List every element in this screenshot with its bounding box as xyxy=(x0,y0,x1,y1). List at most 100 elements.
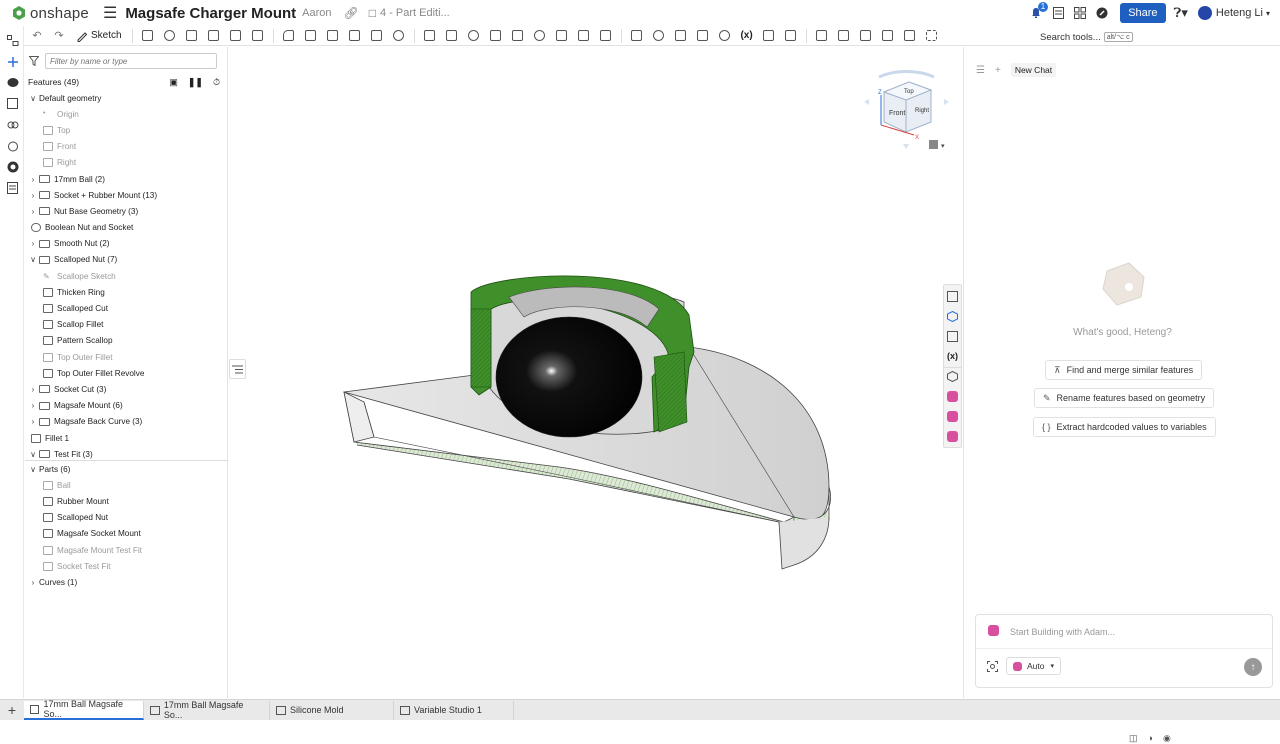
user-menu[interactable]: Heteng Li ▾ xyxy=(1197,6,1270,20)
split-icon[interactable] xyxy=(488,28,504,44)
feature-row[interactable]: Fillet 1 xyxy=(25,430,228,446)
loft-icon[interactable] xyxy=(206,28,222,44)
surface-icon[interactable] xyxy=(858,28,874,44)
expand-panel-button[interactable] xyxy=(229,359,246,379)
part-row[interactable]: Ball xyxy=(25,477,228,493)
feature-row[interactable]: › Nut Base Geometry (3) xyxy=(25,203,228,219)
feature-row[interactable]: ∨ Default geometry xyxy=(25,90,228,106)
boolean-icon[interactable] xyxy=(466,28,482,44)
chamfer-icon[interactable] xyxy=(303,28,319,44)
shading-icon[interactable]: ◑ xyxy=(1148,733,1153,744)
chat-input-box[interactable]: Start Building with Adam... Auto ▾ ↑ xyxy=(975,614,1273,688)
mode-selector[interactable]: Auto ▾ xyxy=(1006,657,1062,675)
enclose-icon[interactable] xyxy=(250,28,266,44)
bom-icon[interactable] xyxy=(6,181,19,194)
draft-icon[interactable] xyxy=(325,28,341,44)
chevron-down-icon[interactable]: ∨ xyxy=(27,450,39,459)
modify-fillet-icon[interactable] xyxy=(554,28,570,44)
suggestion-extract-variables[interactable]: { } Extract hardcoded values to variable… xyxy=(1033,417,1216,437)
history-icon[interactable] xyxy=(6,97,19,110)
frames-icon[interactable] xyxy=(836,28,852,44)
curve-icon[interactable] xyxy=(695,28,711,44)
view-cube-right[interactable]: Right xyxy=(915,108,929,114)
filter-input[interactable] xyxy=(45,53,217,69)
graphics-viewport[interactable]: Top Front Right Z X ▾ ◫ ◑ ◉ xyxy=(229,47,1171,743)
document-title[interactable]: Magsafe Charger Mount xyxy=(125,5,296,22)
chevron-right-icon[interactable]: › xyxy=(27,385,39,394)
chevron-right-icon[interactable]: › xyxy=(27,401,39,410)
helix-icon[interactable] xyxy=(673,28,689,44)
folder-icon[interactable]: □ xyxy=(369,6,376,20)
variable-icon[interactable]: (x) xyxy=(739,28,755,44)
feature-row[interactable]: ∨ Scalloped Nut (7) xyxy=(25,252,228,268)
move-face-icon[interactable] xyxy=(576,28,592,44)
new-chat-plus-icon[interactable]: + xyxy=(995,65,1001,76)
feature-row[interactable]: › Magsafe Back Curve (3) xyxy=(25,414,228,430)
feature-row[interactable]: ✎ Scallope Sketch xyxy=(25,268,228,284)
learning-center-icon[interactable] xyxy=(1094,5,1110,21)
sheet-metal-icon[interactable] xyxy=(814,28,830,44)
feature-row[interactable]: › Magsafe Mount (6) xyxy=(25,398,228,414)
chat-input[interactable]: Start Building with Adam... xyxy=(1010,627,1115,637)
parts-header[interactable]: ∨ Parts (6) xyxy=(25,461,228,477)
variable-panel-icon[interactable]: (x) xyxy=(944,347,961,365)
app-store-icon[interactable] xyxy=(1072,5,1088,21)
feature-row[interactable]: Top Outer Fillet xyxy=(25,349,228,365)
search-tools[interactable]: Search tools... alt/⌥ c xyxy=(1040,29,1133,45)
mirror-icon[interactable] xyxy=(444,28,460,44)
feature-row[interactable]: Pattern Scallop xyxy=(25,333,228,349)
chat-list-icon[interactable]: ☰ xyxy=(976,65,985,76)
pause-icon[interactable]: ❚❚ xyxy=(188,77,203,88)
section-view-icon[interactable] xyxy=(717,28,733,44)
replace-face-icon[interactable] xyxy=(598,28,614,44)
share-button[interactable]: Share xyxy=(1120,3,1166,23)
suggestion-merge-features[interactable]: ⊼ Find and merge similar features xyxy=(1045,360,1203,380)
extrude-icon[interactable] xyxy=(140,28,156,44)
add-folder-icon[interactable]: ▣ xyxy=(169,77,178,88)
part-row[interactable]: Rubber Mount xyxy=(25,493,228,509)
document-info-icon[interactable] xyxy=(1050,5,1066,21)
part-row[interactable]: Magsafe Socket Mount xyxy=(25,526,228,542)
adam-tool-icon-1[interactable] xyxy=(944,387,961,405)
derived-icon[interactable] xyxy=(880,28,896,44)
chevron-down-icon[interactable]: ∨ xyxy=(27,255,39,264)
delete-part-icon[interactable] xyxy=(532,28,548,44)
document-tab[interactable]: Silicone Mold xyxy=(270,700,394,720)
feature-row[interactable]: › Socket Cut (3) xyxy=(25,381,228,397)
part-row[interactable]: Magsafe Mount Test Fit xyxy=(25,542,228,558)
onshape-logo[interactable]: onshape xyxy=(12,5,89,22)
transform-icon[interactable] xyxy=(510,28,526,44)
new-chat-tab[interactable]: New Chat xyxy=(1010,63,1057,77)
suggestion-rename-features[interactable]: ✎ Rename features based on geometry xyxy=(1034,388,1215,408)
feature-row[interactable]: › 17mm Ball (2) xyxy=(25,171,228,187)
sweep-icon[interactable] xyxy=(184,28,200,44)
mate-connector-icon[interactable] xyxy=(651,28,667,44)
view-cube-top[interactable]: Top xyxy=(904,89,914,95)
feature-tree-icon[interactable] xyxy=(6,34,19,47)
feature-row[interactable]: • Origin xyxy=(25,106,228,122)
sketch-button[interactable]: Sketch xyxy=(76,30,122,42)
revolve-icon[interactable] xyxy=(162,28,178,44)
filter-icon[interactable] xyxy=(29,56,39,66)
chevron-right-icon[interactable]: › xyxy=(27,207,39,216)
hole-icon[interactable] xyxy=(391,28,407,44)
hidden-parts-icon[interactable]: ◉ xyxy=(1163,733,1171,744)
feature-row[interactable]: Top Outer Fillet Revolve xyxy=(25,365,228,381)
feature-row[interactable]: › Smooth Nut (2) xyxy=(25,236,228,252)
comments-icon[interactable] xyxy=(6,76,19,89)
variables-table-icon[interactable] xyxy=(944,327,961,345)
feature-row[interactable]: Thicken Ring xyxy=(25,284,228,300)
parts-icon[interactable] xyxy=(6,118,19,131)
redo-icon[interactable]: ↷ xyxy=(51,28,67,44)
measure-icon[interactable] xyxy=(761,28,777,44)
document-tab[interactable]: Variable Studio 1 xyxy=(394,700,514,720)
chevron-right-icon[interactable]: › xyxy=(27,175,39,184)
fillet-icon[interactable] xyxy=(281,28,297,44)
chevron-down-icon[interactable]: ∨ xyxy=(27,465,39,474)
rollback-timer-icon[interactable]: ⏱︎ xyxy=(213,77,220,88)
part-studio-icon[interactable] xyxy=(944,307,961,325)
view-cube-front[interactable]: Front xyxy=(889,110,905,117)
rib-icon[interactable] xyxy=(347,28,363,44)
add-tab-button[interactable]: + xyxy=(0,702,24,718)
adam-tool-icon-2[interactable] xyxy=(944,407,961,425)
